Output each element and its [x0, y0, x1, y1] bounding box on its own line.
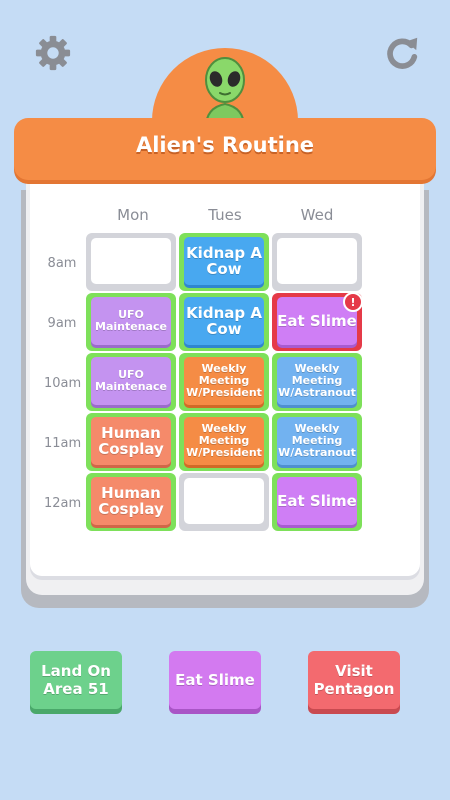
day-header-mon: Mon: [117, 206, 149, 224]
schedule-slot-mon-11am[interactable]: Human Cosplay: [86, 413, 176, 471]
schedule-slot-tues-10am[interactable]: Weekly Meeting W/President: [179, 353, 269, 411]
time-label-8am: 8am: [47, 256, 77, 271]
task-card[interactable]: Weekly Meeting W/Astranout: [277, 357, 357, 405]
time-label-9am: 9am: [47, 316, 77, 331]
task-card[interactable]: Weekly Meeting W/President: [184, 417, 264, 465]
schedule-slot-wed-9am[interactable]: Eat Slime !: [272, 292, 363, 351]
time-label-12am: 12am: [44, 496, 82, 511]
task-card[interactable]: Eat Slime: [277, 477, 357, 525]
schedule-slot-mon-9am[interactable]: UFO Maintenace: [86, 293, 176, 351]
schedule-slot-tues-11am[interactable]: Weekly Meeting W/President: [179, 413, 269, 471]
schedule-slot-tues-9am[interactable]: Kidnap A Cow: [179, 293, 269, 351]
schedule-slot-tues-12am[interactable]: [179, 473, 269, 531]
task-visit-pentagon[interactable]: Visit Pentagon: [308, 651, 400, 709]
restart-icon[interactable]: [382, 34, 422, 72]
task-eat-slime[interactable]: Eat Slime: [169, 651, 261, 709]
schedule-slot-wed-10am[interactable]: Weekly Meeting W/Astranout: [272, 353, 362, 411]
time-label-10am: 10am: [44, 376, 82, 391]
task-card[interactable]: Weekly Meeting W/Astranout: [277, 417, 357, 465]
page-title: Alien's Routine: [135, 133, 315, 157]
task-land-on-area-51[interactable]: Land On Area 51: [30, 651, 122, 709]
schedule-slot-mon-8am[interactable]: [86, 233, 176, 291]
task-card[interactable]: Weekly Meeting W/President: [184, 357, 264, 405]
schedule-slot-wed-12am[interactable]: Eat Slime: [272, 473, 362, 531]
schedule-slot-wed-8am[interactable]: [272, 233, 362, 291]
day-header-tues: Tues: [208, 206, 242, 224]
alert-icon: !: [343, 292, 363, 312]
task-card[interactable]: Human Cosplay: [91, 417, 171, 465]
gear-icon[interactable]: [34, 34, 72, 72]
task-card[interactable]: Kidnap A Cow: [184, 297, 264, 345]
time-label-11am: 11am: [44, 436, 82, 451]
schedule-slot-mon-10am[interactable]: UFO Maintenace: [86, 353, 176, 411]
task-card[interactable]: UFO Maintenace: [91, 297, 171, 345]
schedule-slot-tues-8am[interactable]: Kidnap A Cow: [179, 233, 269, 291]
task-card[interactable]: UFO Maintenace: [91, 357, 171, 405]
schedule-slot-wed-11am[interactable]: Weekly Meeting W/Astranout: [272, 413, 362, 471]
day-header-wed: Wed: [300, 206, 334, 224]
task-card[interactable]: Kidnap A Cow: [184, 237, 264, 285]
task-card[interactable]: Human Cosplay: [91, 477, 171, 525]
schedule-slot-mon-12am[interactable]: Human Cosplay: [86, 473, 176, 531]
